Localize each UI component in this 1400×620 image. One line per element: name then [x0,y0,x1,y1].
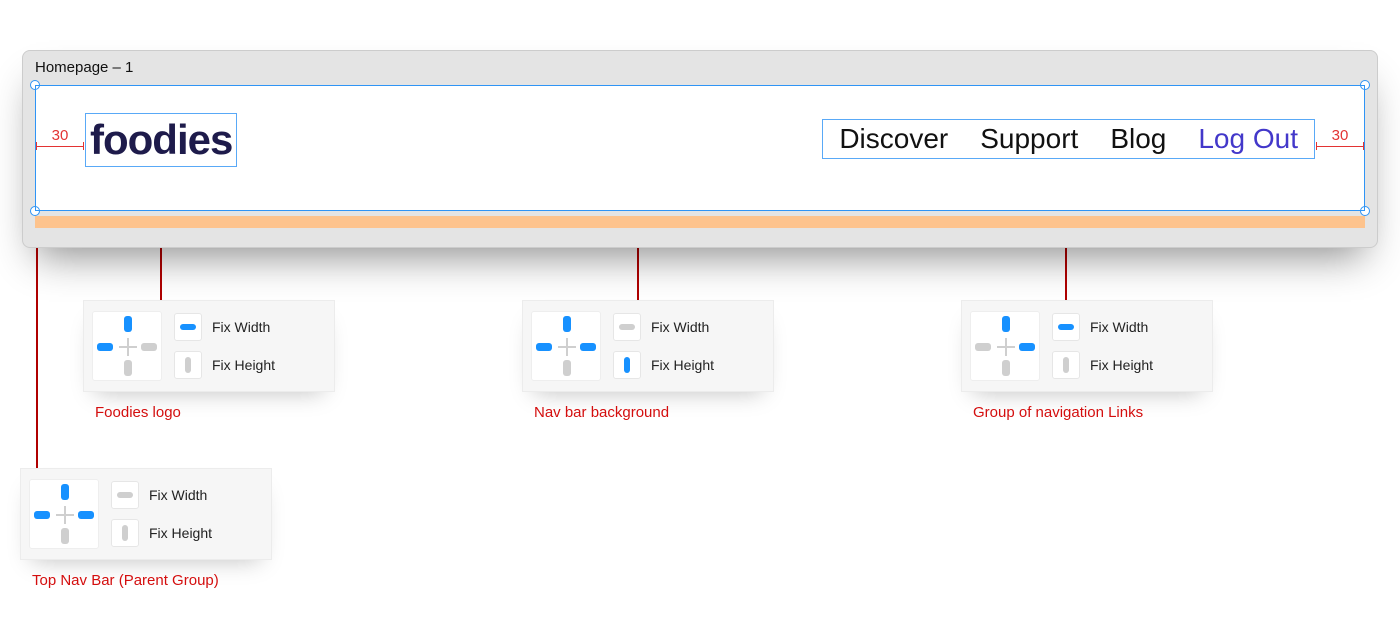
pin-bottom[interactable] [563,360,571,376]
nav-links-group[interactable]: Discover Support Blog Log Out [822,119,1315,159]
nav-link-discover[interactable]: Discover [823,123,964,155]
pin-bottom[interactable] [61,528,69,544]
fix-height-icon[interactable] [111,519,139,547]
pin-bottom[interactable] [124,360,132,376]
pin-top[interactable] [563,316,571,332]
pin-right[interactable] [78,511,94,519]
pin-top[interactable] [61,484,69,500]
pin-grid[interactable] [29,479,99,549]
pin-right[interactable] [580,343,596,351]
fix-height-icon[interactable] [1052,351,1080,379]
fix-width-label[interactable]: Fix Width [1090,319,1148,335]
pin-center-icon [558,338,576,356]
pin-left[interactable] [97,343,113,351]
selection-handle[interactable] [30,80,40,90]
foodies-logo[interactable]: foodies [85,113,237,167]
constraints-panel-background: Fix Width Fix Height [522,300,774,392]
fix-height-label[interactable]: Fix Height [651,357,714,373]
pin-grid[interactable] [970,311,1040,381]
fix-width-label[interactable]: Fix Width [651,319,709,335]
pin-bottom[interactable] [1002,360,1010,376]
content-strip [35,216,1365,228]
caption-parent: Top Nav Bar (Parent Group) [32,572,219,589]
pin-grid[interactable] [531,311,601,381]
pin-left[interactable] [536,343,552,351]
selection-handle[interactable] [30,206,40,216]
pin-right[interactable] [141,343,157,351]
fix-width-icon[interactable] [1052,313,1080,341]
fix-height-icon[interactable] [613,351,641,379]
nav-link-blog[interactable]: Blog [1094,123,1182,155]
pin-left[interactable] [34,511,50,519]
fix-height-label[interactable]: Fix Height [212,357,275,373]
fix-width-icon[interactable] [613,313,641,341]
pin-center-icon [997,338,1015,356]
top-nav-bar-group[interactable]: 30 30 foodies Discover Support Blog Log … [35,85,1365,211]
fix-width-label[interactable]: Fix Width [149,487,207,503]
constraints-panel-links: Fix Width Fix Height [961,300,1213,392]
left-margin-value: 30 [52,127,69,144]
constraints-panel-logo: Fix Width Fix Height [83,300,335,392]
selection-handle[interactable] [1360,80,1370,90]
pin-right[interactable] [1019,343,1035,351]
pin-grid[interactable] [92,311,162,381]
constraints-panel-parent: Fix Width Fix Height [20,468,272,560]
pin-left[interactable] [975,343,991,351]
pin-center-icon [56,506,74,524]
design-canvas-window: Homepage – 1 30 30 foodies Discover Supp… [22,50,1378,248]
fix-height-icon[interactable] [174,351,202,379]
pin-top[interactable] [124,316,132,332]
leader-parent [36,210,38,468]
right-margin-value: 30 [1332,127,1349,144]
caption-logo: Foodies logo [95,404,181,421]
fix-height-label[interactable]: Fix Height [149,525,212,541]
pin-top[interactable] [1002,316,1010,332]
fix-width-label[interactable]: Fix Width [212,319,270,335]
nav-link-support[interactable]: Support [964,123,1094,155]
caption-background: Nav bar background [534,404,669,421]
selection-handle[interactable] [1360,206,1370,216]
nav-link-logout[interactable]: Log Out [1182,123,1314,155]
artboard-title: Homepage – 1 [35,59,133,76]
pin-center-icon [119,338,137,356]
caption-links: Group of navigation Links [973,404,1143,421]
fix-width-icon[interactable] [174,313,202,341]
fix-height-label[interactable]: Fix Height [1090,357,1153,373]
fix-width-icon[interactable] [111,481,139,509]
